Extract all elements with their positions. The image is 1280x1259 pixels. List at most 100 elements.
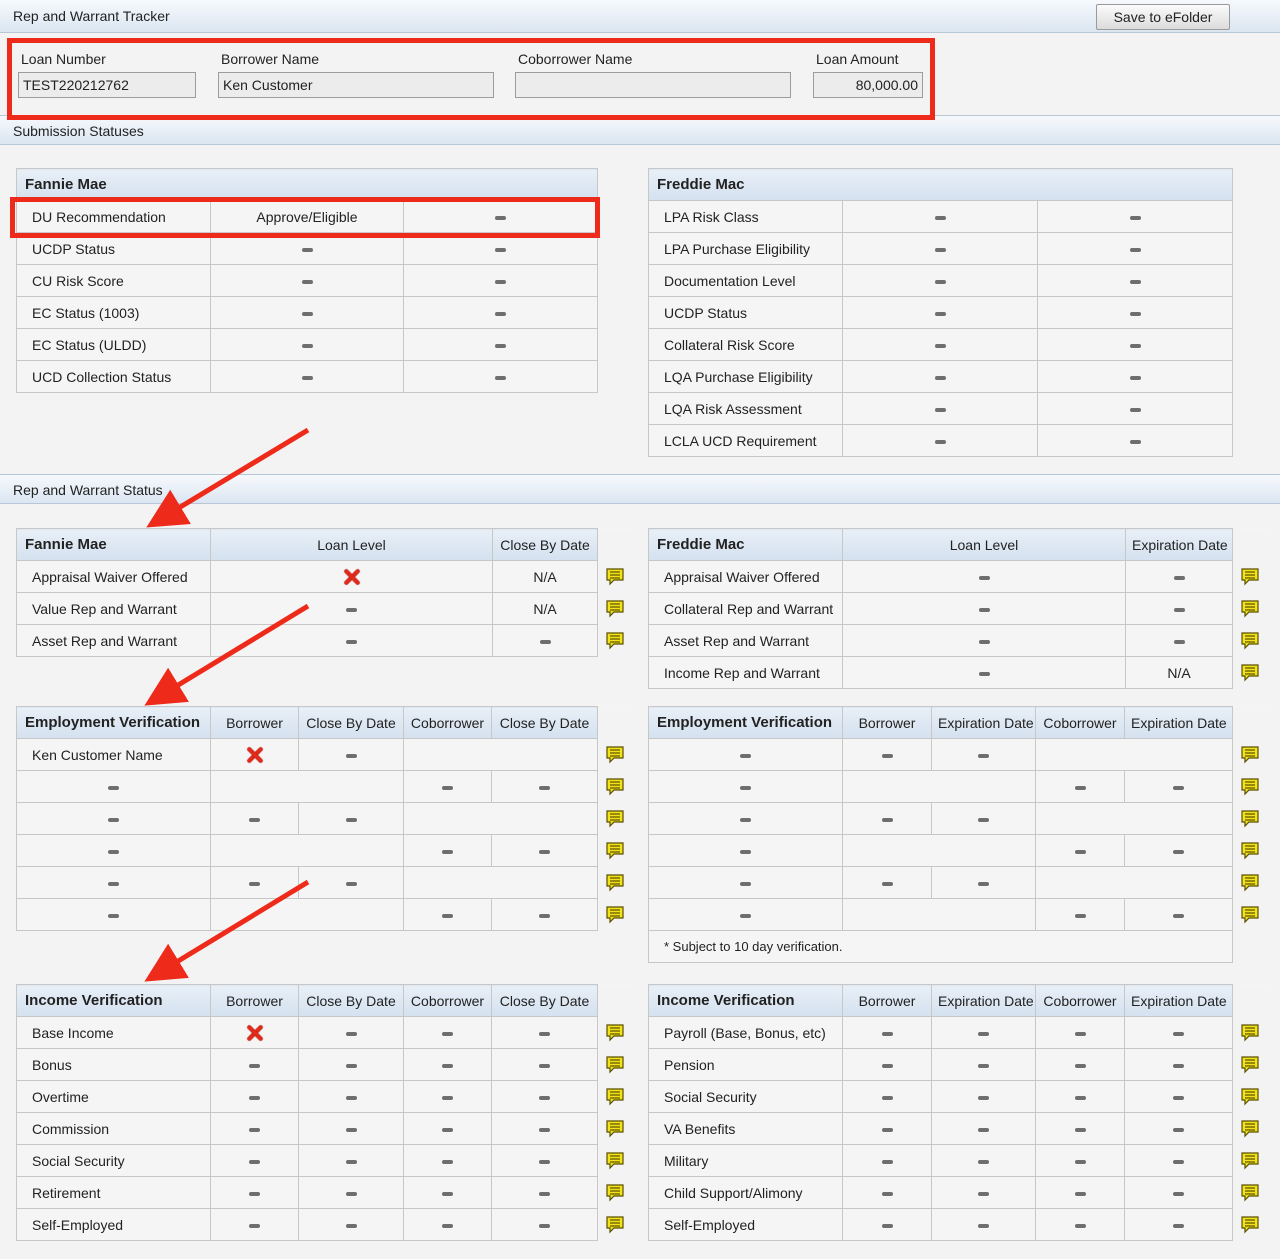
comment-icon[interactable] [605, 745, 625, 765]
comment-icon[interactable] [605, 567, 625, 587]
empty-value [403, 1080, 492, 1113]
comment-icon[interactable] [1240, 873, 1260, 893]
dash-icon [346, 639, 357, 644]
comment-icon[interactable] [605, 599, 625, 619]
empty-value [403, 898, 492, 931]
table-row [16, 866, 633, 899]
loan-number-field[interactable]: TEST220212762 [18, 72, 196, 98]
table-row: Income Rep and Warrant N/A [648, 656, 1268, 689]
empty-value [1125, 624, 1233, 657]
table-row: Military [648, 1144, 1268, 1177]
comment-icon[interactable] [605, 1215, 625, 1235]
comment-icon[interactable] [605, 1119, 625, 1139]
dash-icon [978, 753, 989, 758]
comment-icon[interactable] [1240, 1087, 1260, 1107]
comment-icon[interactable] [605, 1151, 625, 1171]
comment-icon[interactable] [1240, 905, 1260, 925]
row-label: Self-Employed [648, 1208, 843, 1241]
failed-status [210, 560, 493, 593]
dash-icon [301, 247, 313, 252]
table-row: LPA Risk Class [648, 200, 1234, 233]
comment-icon[interactable] [1240, 1151, 1260, 1171]
empty-value [298, 1080, 404, 1113]
empty-value [491, 1048, 598, 1081]
comment-icon[interactable] [1240, 745, 1260, 765]
dash-icon [881, 753, 893, 758]
empty-value [1035, 1016, 1125, 1049]
dash-icon [740, 849, 751, 854]
empty-value [210, 1048, 299, 1081]
row-label: Appraisal Waiver Offered [648, 560, 843, 593]
comment-icon[interactable] [605, 631, 625, 651]
comment-icon[interactable] [1240, 777, 1260, 797]
row-label: Collateral Rep and Warrant [648, 592, 843, 625]
comment-icon[interactable] [605, 905, 625, 925]
column-header: Close By Date [491, 984, 598, 1017]
column-header: Loan Level [210, 528, 493, 561]
comment-icon[interactable] [1240, 841, 1260, 861]
loan-number-label: Loan Number [21, 51, 106, 67]
dash-icon [442, 913, 453, 918]
table-row [648, 898, 1268, 931]
dash-icon [249, 1127, 260, 1132]
row-label: Appraisal Waiver Offered [16, 560, 211, 593]
coborrower-name-field[interactable] [515, 72, 791, 98]
table-row: Child Support/Alimony [648, 1176, 1268, 1209]
save-to-efolder-button[interactable]: Save to eFolder [1096, 4, 1230, 30]
table-row: Appraisal Waiver Offered N/A [16, 560, 633, 593]
dash-icon [978, 1191, 989, 1196]
comment-icon[interactable] [605, 1055, 625, 1075]
loan-amount-field[interactable]: 80,000.00 [813, 72, 923, 98]
comment-icon[interactable] [605, 1183, 625, 1203]
empty-value [842, 1208, 932, 1241]
dash-icon [539, 1223, 550, 1228]
comment-icon[interactable] [1240, 567, 1260, 587]
empty-value [931, 1208, 1036, 1241]
comment-icon[interactable] [1240, 1215, 1260, 1235]
comment-icon[interactable] [1240, 631, 1260, 651]
empty-value [842, 866, 932, 899]
dash-icon [1074, 1191, 1086, 1196]
comment-icon[interactable] [1240, 1119, 1260, 1139]
comment-icon[interactable] [605, 1087, 625, 1107]
dash-icon [1129, 343, 1141, 348]
comment-icon[interactable] [1240, 1183, 1260, 1203]
comment-icon[interactable] [605, 809, 625, 829]
dash-icon [934, 279, 946, 284]
blank-cell [1035, 802, 1233, 835]
page-title: Rep and Warrant Tracker [13, 8, 170, 24]
dash-icon [1074, 1031, 1086, 1036]
empty-value [1035, 1144, 1125, 1177]
empty-value [1036, 264, 1234, 297]
comment-icon[interactable] [1240, 663, 1260, 683]
comment-icon[interactable] [1240, 1023, 1260, 1043]
empty-value [648, 738, 843, 771]
borrower-name-field[interactable]: Ken Customer [218, 72, 494, 98]
comment-icon[interactable] [605, 777, 625, 797]
table-row: LPA Purchase Eligibility [648, 232, 1234, 265]
empty-value [1124, 1080, 1233, 1113]
comment-icon[interactable] [605, 873, 625, 893]
blank-cell [842, 834, 1036, 867]
table-row: Pension [648, 1048, 1268, 1081]
empty-value [491, 1144, 598, 1177]
comment-icon[interactable] [1240, 1055, 1260, 1075]
empty-value [1124, 770, 1233, 803]
comment-icon[interactable] [1240, 599, 1260, 619]
coborrower-name-label: Coborrower Name [518, 51, 633, 67]
table-row [648, 834, 1268, 867]
dash-icon [1173, 785, 1184, 790]
empty-value [931, 802, 1036, 835]
dash-icon [301, 279, 313, 284]
comment-icon[interactable] [605, 1023, 625, 1043]
dash-icon [881, 1127, 893, 1132]
comment-icon[interactable] [605, 841, 625, 861]
empty-value [210, 1208, 299, 1241]
empty-value [403, 1208, 492, 1241]
dash-icon [345, 817, 357, 822]
red-x-icon [245, 1023, 265, 1043]
empty-value [648, 866, 843, 899]
empty-value [1124, 1016, 1233, 1049]
dash-icon [345, 1159, 357, 1164]
comment-icon[interactable] [1240, 809, 1260, 829]
